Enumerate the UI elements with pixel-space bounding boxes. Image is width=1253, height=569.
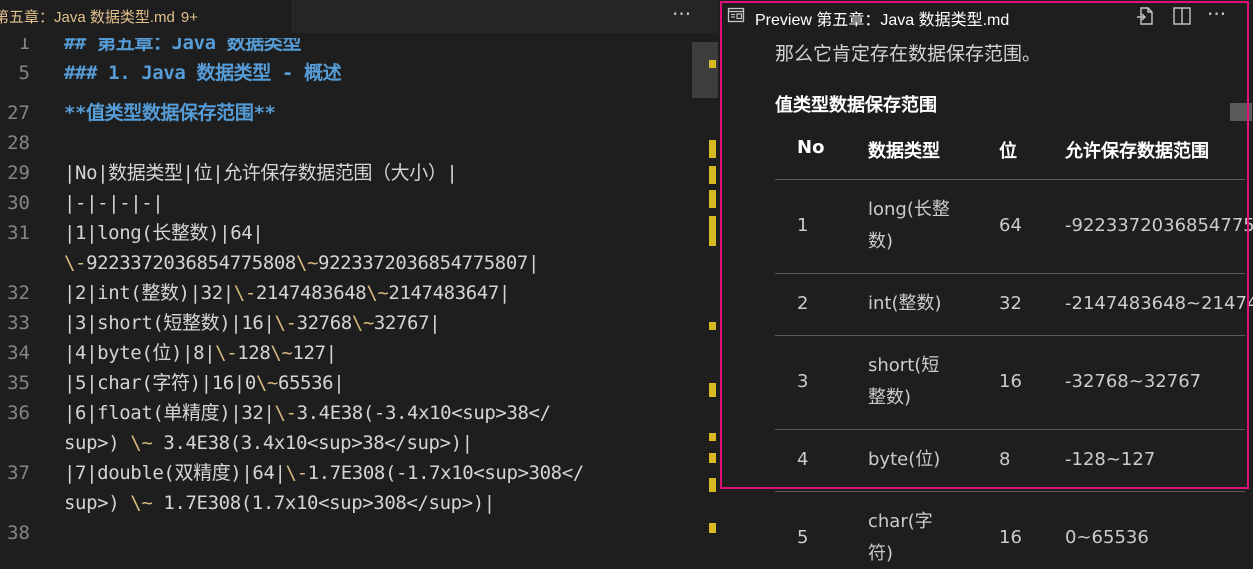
editor-tab-bar: 第五章：Java 数据类型.md 9+ ··· [0,0,718,33]
table-cell-type: 数) [868,231,894,252]
code-line: \-9223372036854775808\~92233720368547758… [64,252,539,274]
minimap-marker [709,523,716,533]
table-row-divider [775,491,1245,492]
minimap-slider[interactable] [692,42,718,98]
minimap-marker [709,453,716,463]
table-cell-type: int(整数) [868,293,942,314]
minimap-marker [709,478,716,492]
code-line: sup>) \~ 3.4E38(3.4x10<sup>38</sup>)| [64,432,473,454]
preview-icon [727,7,745,23]
table-header-type: 数据类型 [868,141,940,162]
table-cell-type: byte(位) [868,449,941,470]
table-cell-type: 整数) [868,387,912,408]
line-number: 30 [7,192,30,214]
line-number: 32 [7,282,30,304]
code-line: |1|long(长整数)|64| [64,222,264,244]
line-number: 5 [18,62,30,84]
table-cell-range: -2147483648~2147483647 [1065,293,1253,314]
minimap-marker [709,383,716,397]
preview-heading: 值类型数据保存范围 [775,95,937,116]
preview-paragraph: 那么它肯定存在数据保存范围。 [775,43,1042,65]
code-line: |4|byte(位)|8|\-128\~127| [64,342,337,364]
minimap-marker [709,60,716,68]
preview-document[interactable]: 那么它肯定存在数据保存范围。 值类型数据保存范围 No 数据类型 位 允许保存数… [719,33,1253,569]
code-area[interactable]: 1 ## 第五章：Java 数据类型 5 ### 1. Java 数据类型 - 概述 2… [0,38,690,569]
problems-badge: 9+ [180,9,198,26]
code-line: sup>) \~ 1.7E308(1.7x10<sup>308</sup>)| [64,492,495,514]
table-cell-type: short(短 [868,355,940,376]
line-number: 36 [7,402,30,424]
line-number: 37 [7,462,30,484]
table-cell-no: 1 [797,215,809,236]
table-cell-type: char(字 [868,511,933,532]
line-number: 28 [7,132,30,154]
code-line: ### 1. Java 数据类型 - 概述 [64,62,342,84]
table-cell-type: long(长整 [868,199,950,220]
open-source-icon[interactable] [1134,5,1156,27]
code-line: |7|double(双精度)|64|\-1.7E308(-1.7x10<sup>… [64,462,584,484]
preview-more-actions-icon[interactable]: ··· [1207,2,1226,26]
minimap[interactable] [690,38,718,569]
line-number: 38 [7,522,30,544]
table-row-divider [775,273,1245,274]
code-line: |No|数据类型|位|允许保存数据范围（大小）| [64,162,458,184]
editor-more-actions-icon[interactable]: ··· [672,2,691,26]
table-header-bits: 位 [999,141,1017,162]
table-cell-no: 3 [797,371,809,392]
table-cell-range: -128~127 [1065,449,1156,470]
minimap-marker [709,166,716,184]
table-cell-range: -32768~32767 [1065,371,1202,392]
minimap-marker [709,234,716,246]
minimap-marker [709,216,716,234]
editor-pane: 第五章：Java 数据类型.md 9+ ··· 1 ## 第五章：Java 数据类型… [0,0,718,569]
line-number: 31 [7,222,30,244]
code-line: **值类型数据保存范围** [64,102,276,124]
table-cell-bits: 8 [999,449,1011,470]
table-cell-bits: 16 [999,527,1022,548]
editor-tab-label: 第五章：Java 数据类型.md 9+ [0,6,198,27]
table-row-divider [775,335,1245,336]
code-line: |6|float(单精度)|32|\-3.4E38(-3.4x10<sup>38… [64,402,551,424]
line-number: 27 [7,102,30,124]
table-cell-range: 0~65536 [1065,527,1149,548]
minimap-marker [709,140,716,158]
preview-tab-bar: Preview 第五章：Java 数据类型.md ··· [719,0,1253,33]
line-number: 33 [7,312,30,334]
minimap-marker [709,190,716,208]
editor-tab-filename: 第五章：Java 数据类型.md [0,9,175,26]
preview-pane: Preview 第五章：Java 数据类型.md ··· 那么它肯定存在数据保存… [719,0,1253,569]
editor-tab[interactable]: 第五章：Java 数据类型.md 9+ [0,0,293,33]
code-line: |5|char(字符)|16|0\~65536| [64,372,345,394]
line-number: 29 [7,162,30,184]
table-header-no: No [797,137,825,158]
table-row-divider [775,429,1245,430]
code-line: |-|-|-|-| [64,192,164,214]
table-cell-no: 2 [797,293,809,314]
table-cell-bits: 64 [999,215,1022,236]
preview-scrollbar-thumb[interactable] [1230,103,1252,121]
minimap-marker [709,433,716,441]
table-header-range: 允许保存数据范围 [1065,141,1209,162]
table-cell-bits: 16 [999,371,1022,392]
preview-tab-title[interactable]: Preview 第五章：Java 数据类型.md [755,6,1009,30]
minimap-marker [709,322,716,330]
line-number: 35 [7,372,30,394]
code-line: ## 第五章：Java 数据类型 [64,38,302,54]
code-line: |2|int(整数)|32|\-2147483648\~2147483647| [64,282,510,304]
split-editor-icon[interactable] [1171,5,1193,27]
table-row-divider [775,179,1245,180]
table-cell-range: -9223372036854775808~9223372036854775807 [1065,215,1253,236]
table-cell-no: 5 [797,527,809,548]
table-cell-no: 4 [797,449,809,470]
table-cell-type: 符) [868,543,894,564]
code-line: |3|short(短整数)|16|\-32768\~32767| [64,312,441,334]
line-number: 34 [7,342,30,364]
table-cell-bits: 32 [999,293,1022,314]
line-number: 1 [18,38,30,54]
